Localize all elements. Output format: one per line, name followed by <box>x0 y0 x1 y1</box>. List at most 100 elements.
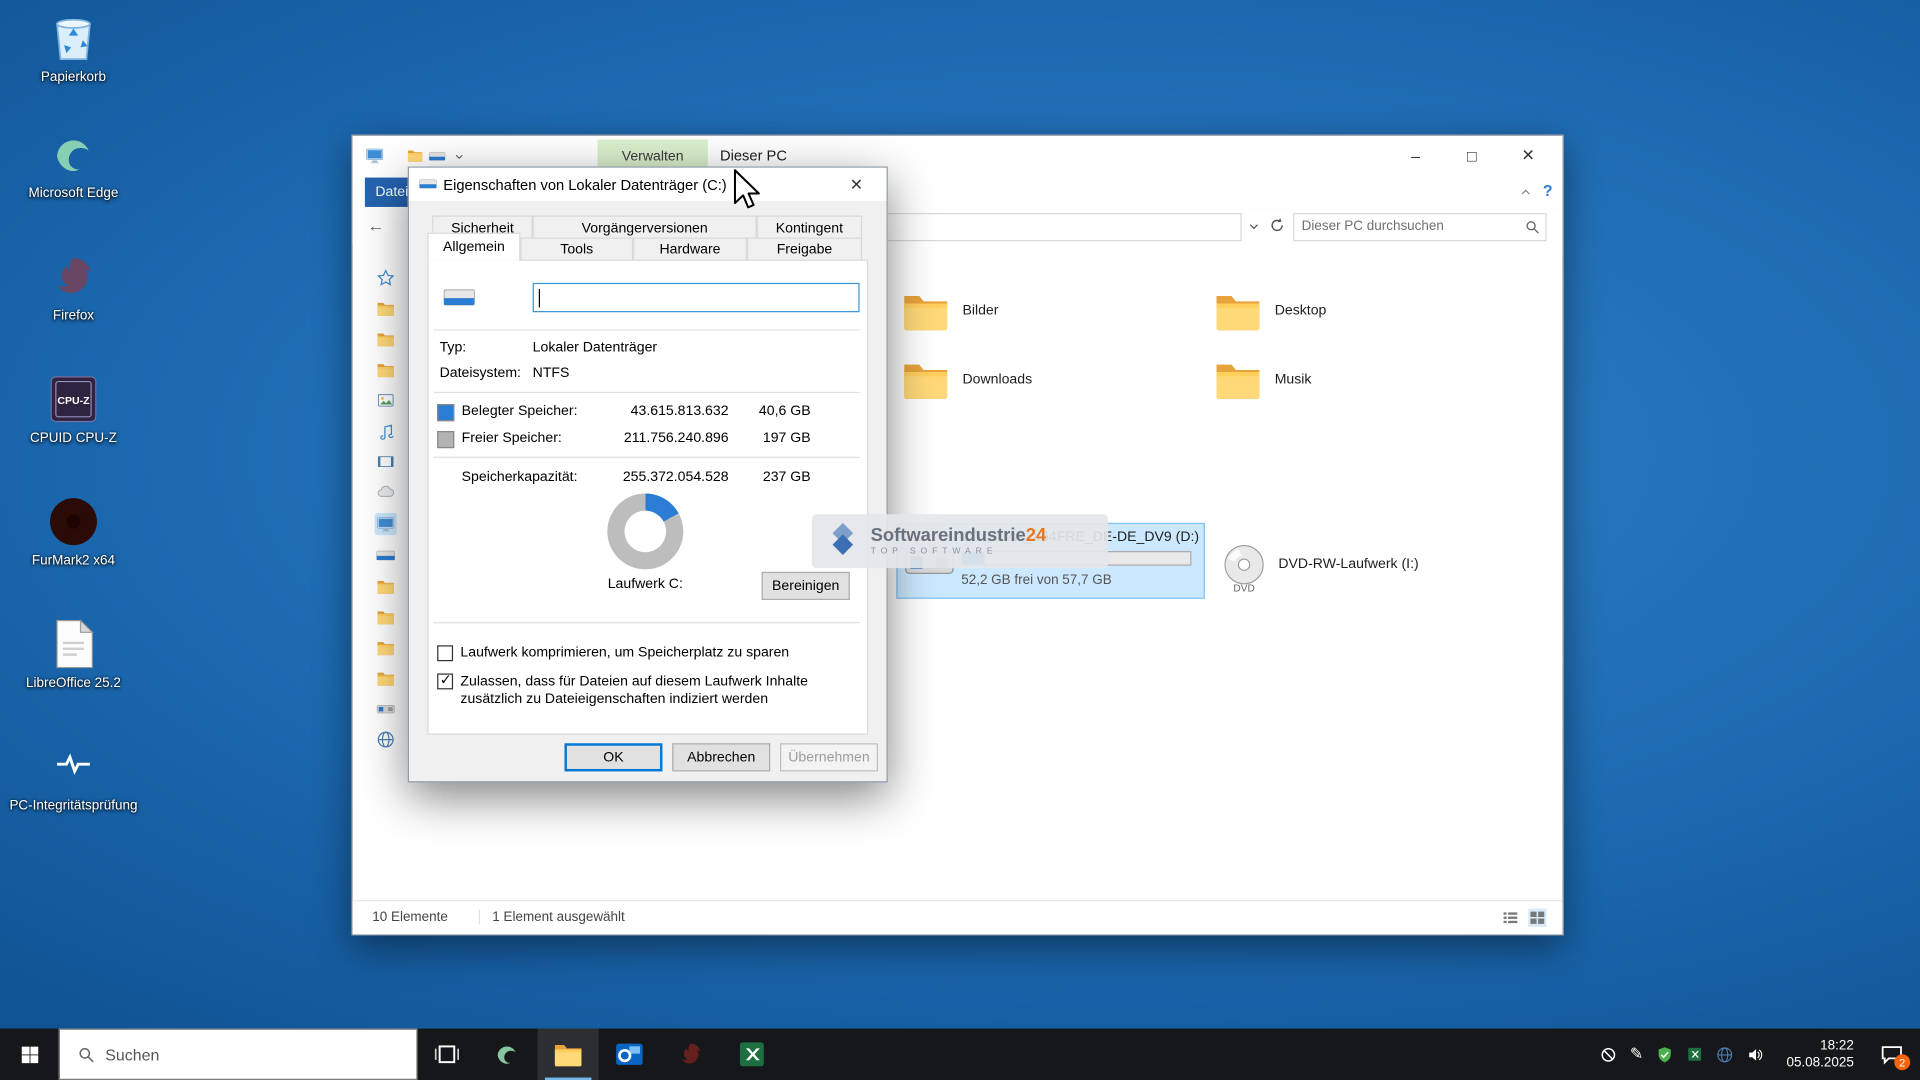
index-contents-checkbox[interactable] <box>437 673 453 689</box>
start-button[interactable] <box>0 1029 59 1080</box>
desktop-icon-libreoffice[interactable]: LibreOffice 25.2 <box>7 616 139 691</box>
window-title: Dieser PC <box>720 147 787 164</box>
dialog-titlebar[interactable]: Eigenschaften von Lokaler Datenträger (C… <box>409 168 887 201</box>
explorer-search-input[interactable]: Dieser PC durchsuchen <box>1293 213 1546 241</box>
quick-access-star-icon[interactable] <box>376 268 396 288</box>
minimize-button[interactable]: – <box>1387 136 1443 175</box>
tab-freigabe[interactable]: Freigabe <box>747 238 862 261</box>
taskbar-explorer-button[interactable] <box>538 1029 599 1080</box>
cpuz-icon <box>45 371 101 427</box>
separator <box>433 329 859 330</box>
folder-name: Desktop <box>1275 304 1327 319</box>
capacity-label: Speicherkapazität: <box>462 470 578 485</box>
used-space-bytes: 43.615.813.632 <box>600 404 729 419</box>
clock-date: 05.08.2025 <box>1786 1054 1853 1072</box>
back-arrow-icon[interactable]: ← <box>367 216 384 236</box>
view-grid-icon[interactable] <box>1528 909 1546 927</box>
desktop-icon-label: Papierkorb <box>41 70 106 85</box>
taskbar-spreadsheet-button[interactable] <box>721 1029 782 1080</box>
taskbar-search-placeholder: Suchen <box>105 1045 159 1063</box>
address-dropdown-chevron-icon[interactable] <box>1247 219 1262 234</box>
tab-allgemein[interactable]: Allgemein <box>427 233 520 261</box>
nav-videos-icon[interactable] <box>376 452 396 472</box>
separator <box>433 622 859 623</box>
qat-folder-icon[interactable] <box>407 147 424 164</box>
cancel-button[interactable]: Abbrechen <box>672 743 770 771</box>
desktop-icon-label: Firefox <box>53 309 94 324</box>
folder-tile-musik[interactable]: Musik <box>1212 349 1494 410</box>
taskbar-outlook-button[interactable] <box>599 1029 660 1080</box>
desktop-icon-label: FurMark2 x64 <box>32 553 115 568</box>
nav-folder-icon[interactable] <box>376 607 396 627</box>
task-view-icon <box>433 1041 460 1068</box>
tab-tools[interactable]: Tools <box>520 238 633 261</box>
compress-drive-checkbox[interactable] <box>437 645 453 661</box>
tab-kontingent[interactable]: Kontingent <box>757 216 862 240</box>
used-space-legend-swatch <box>437 404 454 421</box>
tray-app-icon[interactable] <box>1686 1046 1703 1063</box>
folder-tile-desktop[interactable]: Desktop <box>1212 280 1494 341</box>
type-label: Typ: <box>440 340 467 355</box>
task-view-button[interactable] <box>418 1029 477 1080</box>
taskbar-edge-button[interactable] <box>476 1029 537 1080</box>
desktop-icon-pc-health[interactable]: PC-Integritätsprüfung <box>7 738 139 813</box>
separator <box>433 392 859 393</box>
nav-folder-icon[interactable] <box>376 638 396 658</box>
recycle-bin-icon <box>45 10 101 66</box>
desktop-icon-cpuz[interactable]: CPUID CPU-Z <box>7 371 139 446</box>
filesystem-label: Dateisystem: <box>440 366 521 381</box>
dialog-close-icon[interactable]: ✕ <box>850 175 863 195</box>
general-tab-page: Typ: Lokaler Datenträger Dateisystem: NT… <box>427 260 868 735</box>
pen-icon[interactable]: ✎ <box>1630 1044 1643 1064</box>
cleanup-button[interactable]: Bereinigen <box>762 572 850 600</box>
desktop-icon-label: LibreOffice 25.2 <box>26 676 121 691</box>
nav-usb-drive-icon[interactable] <box>376 699 396 719</box>
onedrive-cloud-icon[interactable] <box>376 482 396 502</box>
action-center-button[interactable]: 2 <box>1876 1038 1908 1070</box>
ok-button[interactable]: OK <box>564 743 662 771</box>
nav-folder-icon[interactable] <box>376 577 396 597</box>
folder-tile-bilder[interactable]: Bilder <box>900 280 1182 341</box>
desktop-icon-furmark[interactable]: FurMark2 x64 <box>7 493 139 568</box>
qat-customize-chevron-icon[interactable] <box>453 151 465 163</box>
nav-folder-icon[interactable] <box>376 669 396 689</box>
security-shield-icon[interactable] <box>1655 1045 1673 1063</box>
desktop-icon-firefox[interactable]: Firefox <box>7 249 139 324</box>
furmark-icon <box>45 493 101 549</box>
tab-vorgaengerversionen[interactable]: Vorgängerversionen <box>533 216 757 240</box>
nav-music-icon[interactable] <box>376 421 396 441</box>
volume-label-input[interactable] <box>533 283 860 312</box>
nav-folder-icon[interactable] <box>376 329 396 349</box>
taskbar-clock[interactable]: 18:22 05.08.2025 <box>1786 1037 1853 1072</box>
taskbar-firefox-button[interactable] <box>660 1029 721 1080</box>
collapse-ribbon-chevron-icon[interactable] <box>1518 185 1533 200</box>
help-icon[interactable]: ? <box>1543 181 1553 199</box>
health-heart-icon <box>45 738 101 794</box>
nav-pictures-icon[interactable] <box>376 391 396 411</box>
folder-name: Musik <box>1275 372 1312 387</box>
desktop-icon-edge[interactable]: Microsoft Edge <box>7 126 139 201</box>
nav-folder-icon[interactable] <box>376 360 396 380</box>
apply-button: Übernehmen <box>780 743 878 771</box>
focus-assist-icon[interactable] <box>1599 1045 1617 1063</box>
view-list-icon[interactable] <box>1501 909 1519 927</box>
nav-drive-icon[interactable] <box>376 546 396 566</box>
tab-hardware[interactable]: Hardware <box>633 238 747 261</box>
search-icon[interactable] <box>1524 219 1540 235</box>
nav-folder-icon[interactable] <box>376 299 396 319</box>
network-globe-icon[interactable] <box>376 730 396 750</box>
close-button[interactable]: ✕ <box>1500 136 1556 175</box>
taskbar-search-box[interactable]: Suchen <box>59 1029 418 1080</box>
desktop-icon-recycle-bin[interactable]: Papierkorb <box>7 10 139 85</box>
network-globe-icon[interactable] <box>1715 1045 1733 1063</box>
drive-tile-dvd[interactable]: DVD-RW-Laufwerk (I:) <box>1212 535 1506 599</box>
maximize-button[interactable]: □ <box>1444 136 1500 175</box>
this-pc-monitor-icon[interactable] <box>375 513 397 535</box>
volume-icon[interactable] <box>1746 1045 1764 1063</box>
folder-tile-downloads[interactable]: Downloads <box>900 349 1182 410</box>
refresh-icon[interactable] <box>1269 217 1286 234</box>
watermark-diamond-icon <box>824 523 861 560</box>
qat-drive-icon[interactable] <box>429 148 446 165</box>
free-space-legend-swatch <box>437 431 454 448</box>
dvd-disc-icon <box>1217 540 1271 594</box>
